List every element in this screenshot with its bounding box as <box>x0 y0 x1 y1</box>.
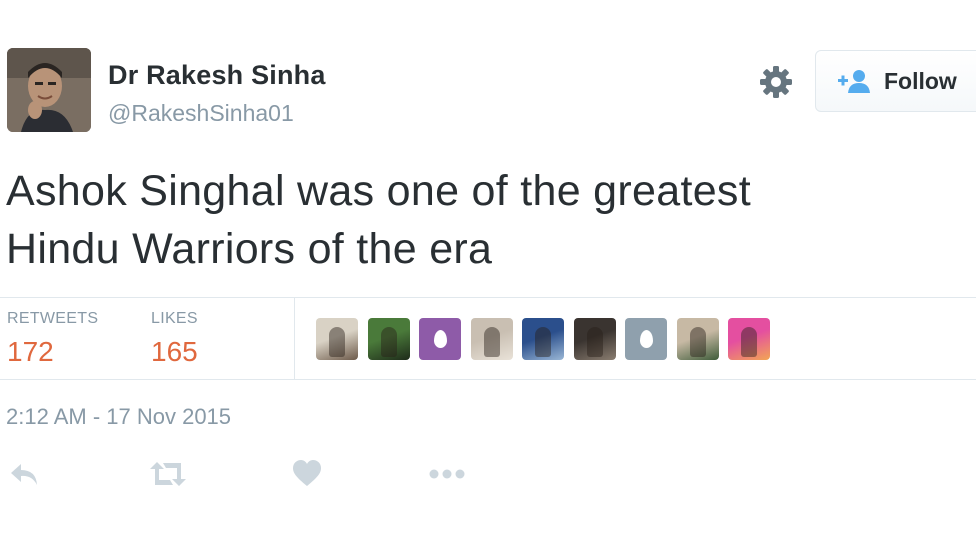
profile-photo <box>380 327 397 357</box>
tweet-card: Dr Rakesh Sinha @RakeshSinha01 Follow As… <box>0 0 976 549</box>
likes-count: 165 <box>151 336 198 367</box>
liker-avatar[interactable] <box>573 318 616 360</box>
profile-photo <box>483 327 500 357</box>
profile-photo <box>586 327 603 357</box>
retweets-label: RETWEETS <box>7 310 99 327</box>
liker-avatars <box>316 318 780 360</box>
follow-button[interactable]: Follow <box>815 50 976 112</box>
liker-avatar[interactable] <box>676 318 719 360</box>
divider <box>0 297 976 298</box>
liker-avatar[interactable] <box>522 318 564 360</box>
retweets-stat[interactable]: RETWEETS 172 <box>7 310 98 368</box>
liker-avatar[interactable] <box>728 318 770 360</box>
add-user-icon <box>838 69 872 93</box>
liker-avatar[interactable] <box>367 318 410 360</box>
liker-avatar[interactable] <box>419 318 461 360</box>
tweet-text-line: Hindu Warriors of the era <box>6 225 493 273</box>
avatar[interactable] <box>7 48 91 132</box>
tweet-text: Ashok Singhal was one of the greatest Hi… <box>6 162 946 278</box>
gear-icon[interactable] <box>756 62 796 102</box>
more-icon[interactable] <box>428 458 466 495</box>
tweet-text-line: Ashok Singhal was one of the greatest <box>6 167 751 215</box>
profile-photo <box>535 327 551 357</box>
display-name[interactable]: Dr Rakesh Sinha <box>108 60 326 91</box>
default-egg-icon <box>639 330 653 348</box>
likes-label: LIKES <box>151 310 198 327</box>
divider <box>0 379 976 380</box>
divider <box>294 298 295 379</box>
liker-avatar[interactable] <box>316 318 358 360</box>
liker-avatar[interactable] <box>470 318 513 360</box>
tweet-timestamp[interactable]: 2:12 AM - 17 Nov 2015 <box>6 404 231 430</box>
reply-icon[interactable] <box>8 458 40 495</box>
profile-photo <box>741 327 757 357</box>
default-egg-icon <box>433 330 447 348</box>
retweet-icon[interactable] <box>148 458 188 495</box>
retweets-count: 172 <box>7 336 54 367</box>
profile-photo <box>329 327 345 357</box>
user-handle[interactable]: @RakeshSinha01 <box>108 100 294 127</box>
profile-photo <box>689 327 706 357</box>
liker-avatar[interactable] <box>625 318 667 360</box>
likes-stat[interactable]: LIKES 165 <box>151 310 198 368</box>
follow-label: Follow <box>884 67 957 94</box>
heart-icon[interactable] <box>292 458 322 495</box>
